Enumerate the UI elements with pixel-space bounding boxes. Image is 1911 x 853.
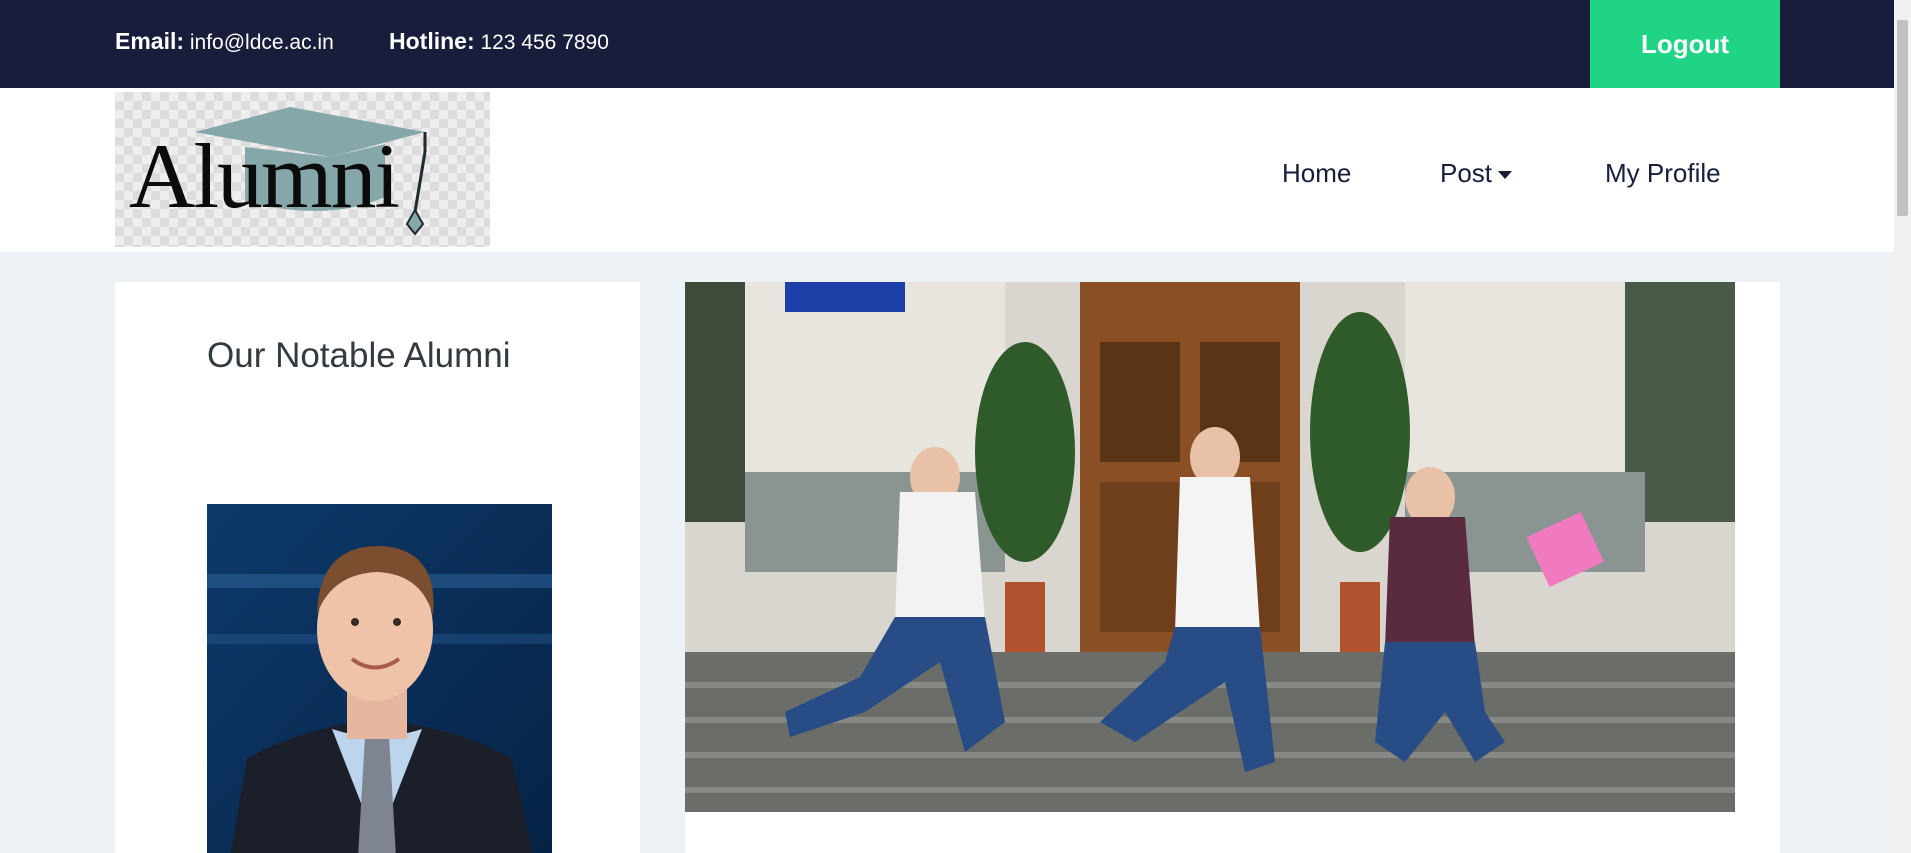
logout-button[interactable]: Logout <box>1590 0 1780 88</box>
notable-alumni-title: Our Notable Alumni <box>207 336 511 375</box>
alumni-logo[interactable]: Alumni <box>115 92 490 247</box>
main-content-card <box>685 282 1780 853</box>
alumni-portrait-image <box>207 504 552 853</box>
caret-down-icon <box>1498 171 1513 179</box>
logo-wordmark: Alumni <box>129 125 400 227</box>
hotline-value[interactable]: 123 456 7890 <box>480 31 608 54</box>
nav-post[interactable]: Post <box>1440 158 1513 189</box>
nav-home[interactable]: Home <box>1282 158 1351 189</box>
nav-post-label: Post <box>1440 158 1493 188</box>
email-label: Email: <box>115 28 185 54</box>
top-contact-bar: Email: info@ldce.ac.in Hotline: 123 456 … <box>0 0 1894 88</box>
students-jumping-hero-image <box>685 282 1735 812</box>
page-scrollbar[interactable] <box>1894 0 1911 853</box>
notable-alumni-card: Our Notable Alumni <box>115 282 640 853</box>
contact-email: Email: info@ldce.ac.in <box>115 28 334 55</box>
email-value[interactable]: info@ldce.ac.in <box>190 31 334 54</box>
contact-hotline: Hotline: 123 456 7890 <box>389 28 609 55</box>
hotline-label: Hotline: <box>389 28 475 54</box>
nav-my-profile[interactable]: My Profile <box>1605 158 1721 189</box>
site-header: Alumni Home Post My Profile <box>0 88 1894 252</box>
scrollbar-thumb[interactable] <box>1897 20 1908 216</box>
